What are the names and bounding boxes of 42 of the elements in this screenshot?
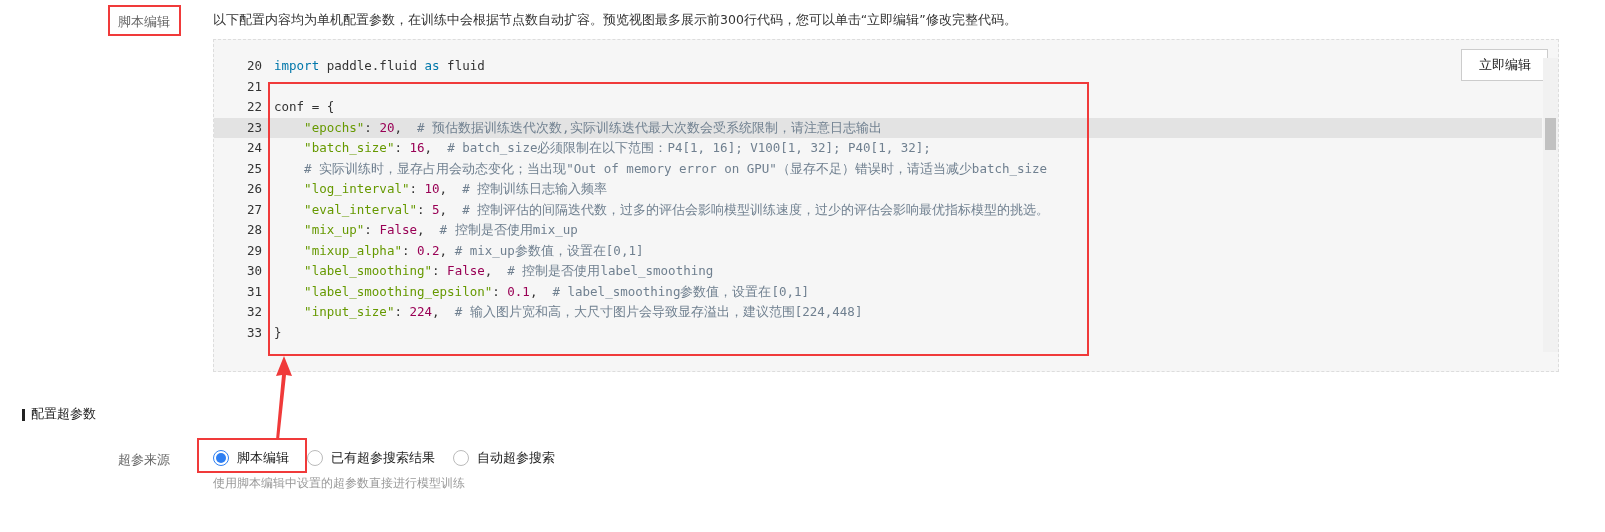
section-title: 配置超参数 xyxy=(31,406,96,423)
code-text: # 实际训练时，显存占用会动态变化；当出现"Out of memory error on GPU"（显存不足）错误时，请适当减少batch_size xyxy=(303,159,1048,178)
line-number: 32 xyxy=(245,303,263,321)
radio-option[interactable]: 已有超参搜索结果 xyxy=(307,449,435,467)
scrollbar-thumb[interactable] xyxy=(1545,118,1556,150)
edit-button[interactable]: 立即编辑 xyxy=(1461,49,1548,81)
field-label: 超参来源 xyxy=(118,452,170,467)
line-number: 26 xyxy=(245,180,263,198)
radio-option[interactable]: 脚本编辑 xyxy=(213,449,289,467)
title-bar-icon xyxy=(22,408,25,421)
line-number: 29 xyxy=(245,241,263,260)
line-number: 27 xyxy=(245,200,263,219)
radio-button[interactable] xyxy=(307,450,323,466)
code-text: import paddle.fluid as fluid xyxy=(274,57,485,75)
line-number: 21 xyxy=(245,77,263,96)
scrollbar[interactable] xyxy=(1543,58,1558,352)
line-number: 33 xyxy=(245,323,263,342)
code-text: "log_interval": 10, # 控制训练日志输入频率 xyxy=(303,180,608,198)
line-number: 30 xyxy=(245,262,263,280)
radio-button[interactable] xyxy=(453,450,469,466)
radio-option[interactable]: 自动超参搜索 xyxy=(453,449,555,467)
code-text: "eval_interval": 5, # 控制评估的间隔迭代数，过多的评估会影响模型训练速度，过少的评估会影响最优指标模型的挑选。 xyxy=(303,200,1050,219)
line-number: 23 xyxy=(245,118,263,137)
code-text: "batch_size": 16, # batch_size必须限制在以下范围：P4[1, 16]; V100[1, 32]; P40[1, 32]; xyxy=(303,139,931,157)
radio-button[interactable] xyxy=(213,450,229,466)
line-number: 25 xyxy=(245,159,263,178)
section-label: 脚本编辑 xyxy=(118,14,170,29)
code-text: "mixup_alpha": 0.2, # mix_up参数值，设置在[0,1] xyxy=(303,241,644,260)
code-text: "mix_up": False, # 控制是否使用mix_up xyxy=(303,221,578,239)
code-text: "label_smoothing": False, # 控制是否使用label_smoothing xyxy=(303,262,714,280)
line-number: 31 xyxy=(245,282,263,301)
line-number: 20 xyxy=(245,57,263,75)
description-text: 以下配置内容均为单机配置参数，在训练中会根据节点数自动扩容。预览视图最多展示前300行代码，您可以单击“立即编辑”修改完整代码。 xyxy=(213,11,1018,29)
line-number: 28 xyxy=(245,221,263,239)
line-number: 24 xyxy=(245,139,263,157)
code-text: "input_size": 224, # 输入图片宽和高，大尺寸图片会导致显存溢出，建议范围[224,448] xyxy=(303,303,863,321)
code-text: conf = { xyxy=(274,98,335,116)
code-text: } xyxy=(274,323,282,342)
code-text: "epochs": 20, # 预估数据训练迭代次数,实际训练迭代最大次数会受系统限制，请注意日志输出 xyxy=(303,118,882,137)
hint-text: 使用脚本编辑中设置的超参数直接进行模型训练 xyxy=(213,475,466,492)
code-text: "label_smoothing_epsilon": 0.1, # label_smoothing参数值，设置在[0,1] xyxy=(303,282,810,301)
line-number: 22 xyxy=(245,98,263,116)
